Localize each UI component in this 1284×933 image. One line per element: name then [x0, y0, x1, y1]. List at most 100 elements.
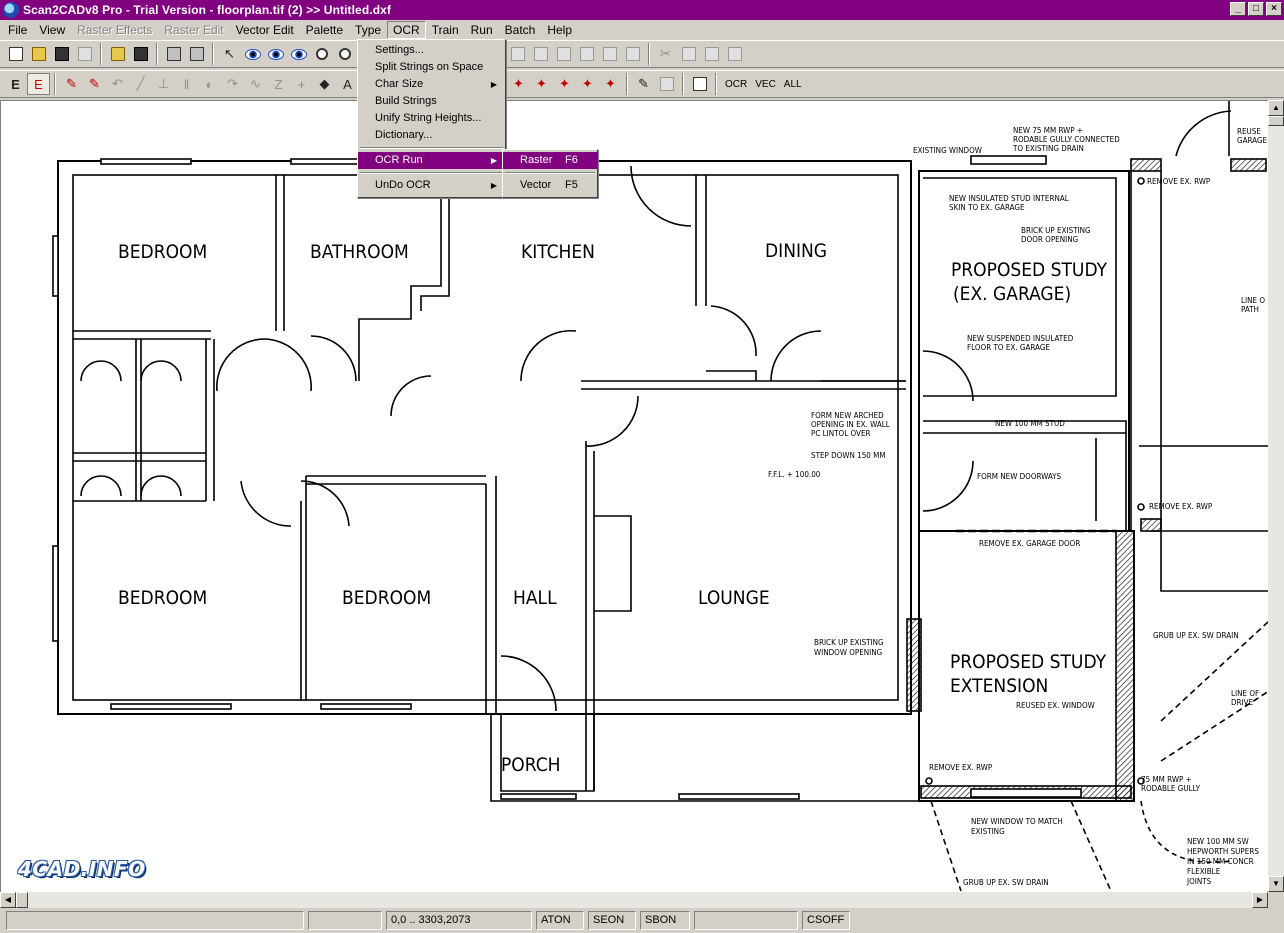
ocr-run-item[interactable]: OCR Run ▶ [358, 152, 505, 169]
dimension-icon[interactable]: ⊥ [152, 73, 175, 95]
raster-tool-3-icon[interactable] [552, 43, 575, 65]
vertical-scrollbar[interactable]: ▲ ▼ [1268, 100, 1284, 892]
layers-icon[interactable] [688, 73, 711, 95]
close-button[interactable]: × [1266, 2, 1282, 16]
ocr-run-raster-item[interactable]: Raster F6 [503, 152, 597, 169]
note: REMOVE EX. RWP [1147, 177, 1211, 186]
menu-separator [505, 172, 595, 174]
menu-separator [360, 147, 503, 149]
node-edit-2-icon[interactable]: ✦ [530, 73, 553, 95]
raster-tool-1-icon[interactable] [506, 43, 529, 65]
paste-icon[interactable] [700, 43, 723, 65]
edit-mode-e-red-icon[interactable]: E [27, 73, 50, 95]
menu-bar: File View Raster Effects Raster Edit Vec… [0, 20, 1284, 39]
view-raster-eye-icon[interactable] [241, 43, 264, 65]
status-seon: SEON [588, 911, 636, 930]
clipboard-icon[interactable] [723, 43, 746, 65]
menu-run[interactable]: Run [465, 21, 499, 39]
garage-walls [906, 101, 1268, 892]
scroll-left-icon[interactable]: ◀ [0, 892, 16, 908]
node-edit-3-icon[interactable]: ✦ [553, 73, 576, 95]
scroll-down-icon[interactable]: ▼ [1268, 876, 1284, 892]
unify-string-heights-item[interactable]: Unify String Heights... [358, 110, 505, 127]
menu-file[interactable]: File [2, 21, 33, 39]
all-toggle[interactable]: ALL [780, 79, 806, 90]
zoom-in-icon[interactable] [310, 43, 333, 65]
menu-help[interactable]: Help [541, 21, 578, 39]
dictionary-item[interactable]: Dictionary... [358, 127, 505, 144]
vertical-scroll-thumb[interactable] [1268, 116, 1284, 126]
open-vector-icon[interactable] [106, 43, 129, 65]
node-edit-4-icon[interactable]: ✦ [576, 73, 599, 95]
menu-type[interactable]: Type [349, 21, 387, 39]
menu-view[interactable]: View [33, 21, 71, 39]
vec-toggle[interactable]: VEC [751, 79, 780, 90]
cross-icon[interactable]: + [290, 73, 313, 95]
menu-palette[interactable]: Palette [300, 21, 349, 39]
save-vector-icon[interactable] [129, 43, 152, 65]
ocr-settings-item[interactable]: Settings... [358, 42, 505, 59]
arc-icon[interactable]: ↶ [106, 73, 129, 95]
view-vector-eye-icon[interactable] [264, 43, 287, 65]
horizontal-scrollbar[interactable]: ◀ ▶ [0, 892, 1268, 908]
circle-icon[interactable]: ◐ [198, 73, 221, 95]
note: TO EXISTING DRAIN [1012, 144, 1084, 153]
horizontal-scroll-thumb[interactable] [16, 892, 28, 908]
eraser-icon[interactable] [655, 73, 678, 95]
diamond-icon[interactable]: ◆ [313, 73, 336, 95]
column-icon[interactable]: ‖ [175, 73, 198, 95]
app-icon[interactable] [3, 2, 19, 18]
undo-ocr-item[interactable]: UnDo OCR ▶ [358, 177, 505, 194]
note: REMOVE EX. GARAGE DOOR [979, 539, 1080, 548]
menu-train[interactable]: Train [426, 21, 465, 39]
drawing-canvas[interactable]: BEDROOM BATHROOM KITCHEN DINING PROPOSED… [0, 100, 1268, 892]
menu-vector-edit[interactable]: Vector Edit [230, 21, 300, 39]
submenu-arrow-icon: ▶ [490, 80, 497, 89]
polyline-icon[interactable]: ∿ [244, 73, 267, 95]
save-icon[interactable] [50, 43, 73, 65]
eyedropper-icon[interactable]: ✎ [632, 73, 655, 95]
menu-raster-effects[interactable]: Raster Effects [71, 21, 158, 39]
scroll-right-icon[interactable]: ▶ [1252, 892, 1268, 908]
char-size-item[interactable]: Char Size ▶ [358, 76, 505, 93]
line-icon[interactable]: ╱ [129, 73, 152, 95]
split-strings-item[interactable]: Split Strings on Space [358, 59, 505, 76]
open-folder-icon[interactable] [27, 43, 50, 65]
print-icon[interactable] [162, 43, 185, 65]
note: OPENING IN EX. WALL [811, 420, 890, 429]
raster-tool-4-icon[interactable] [575, 43, 598, 65]
ocr-run-vector-item[interactable]: Vector F5 [503, 177, 597, 194]
scan2cad-window: Scan2CADv8 Pro - Trial Version - floorpl… [0, 0, 1284, 933]
ocr-toggle[interactable]: OCR [721, 79, 751, 90]
cut-icon[interactable]: ✂ [654, 43, 677, 65]
copy-icon[interactable] [677, 43, 700, 65]
menu-raster-edit[interactable]: Raster Edit [158, 21, 229, 39]
zigzag-icon[interactable]: Z [267, 73, 290, 95]
raster-tool-5-icon[interactable] [598, 43, 621, 65]
text-a-icon[interactable]: A [336, 73, 359, 95]
node-edit-1-icon[interactable]: ✦ [507, 73, 530, 95]
edit-mode-e-icon[interactable]: E [4, 73, 27, 95]
minimize-button[interactable]: _ [1230, 2, 1246, 16]
build-strings-item[interactable]: Build Strings [358, 93, 505, 110]
node-edit-5-icon[interactable]: ✦ [599, 73, 622, 95]
menu-ocr[interactable]: OCR [387, 20, 426, 39]
raster-tool-2-icon[interactable] [529, 43, 552, 65]
menu-batch[interactable]: Batch [499, 21, 542, 39]
pencil-red-icon[interactable]: ✎ [60, 73, 83, 95]
view-both-eye-icon[interactable] [287, 43, 310, 65]
scroll-up-icon[interactable]: ▲ [1268, 100, 1284, 116]
pencil-icon[interactable]: ✎ [83, 73, 106, 95]
print-preview-icon[interactable] [185, 43, 208, 65]
curve-icon[interactable]: ↷ [221, 73, 244, 95]
note: NEW WINDOW TO MATCH [971, 817, 1063, 826]
note: LINE OF [1231, 689, 1259, 698]
pointer-icon[interactable]: ↖ [218, 43, 241, 65]
close-file-icon[interactable] [73, 43, 96, 65]
raster-tool-6-icon[interactable] [621, 43, 644, 65]
menu-separator [360, 172, 503, 174]
maximize-button[interactable]: □ [1248, 2, 1264, 16]
zoom-out-icon[interactable] [333, 43, 356, 65]
status-sbon: SBON [640, 911, 690, 930]
new-file-icon[interactable] [4, 43, 27, 65]
